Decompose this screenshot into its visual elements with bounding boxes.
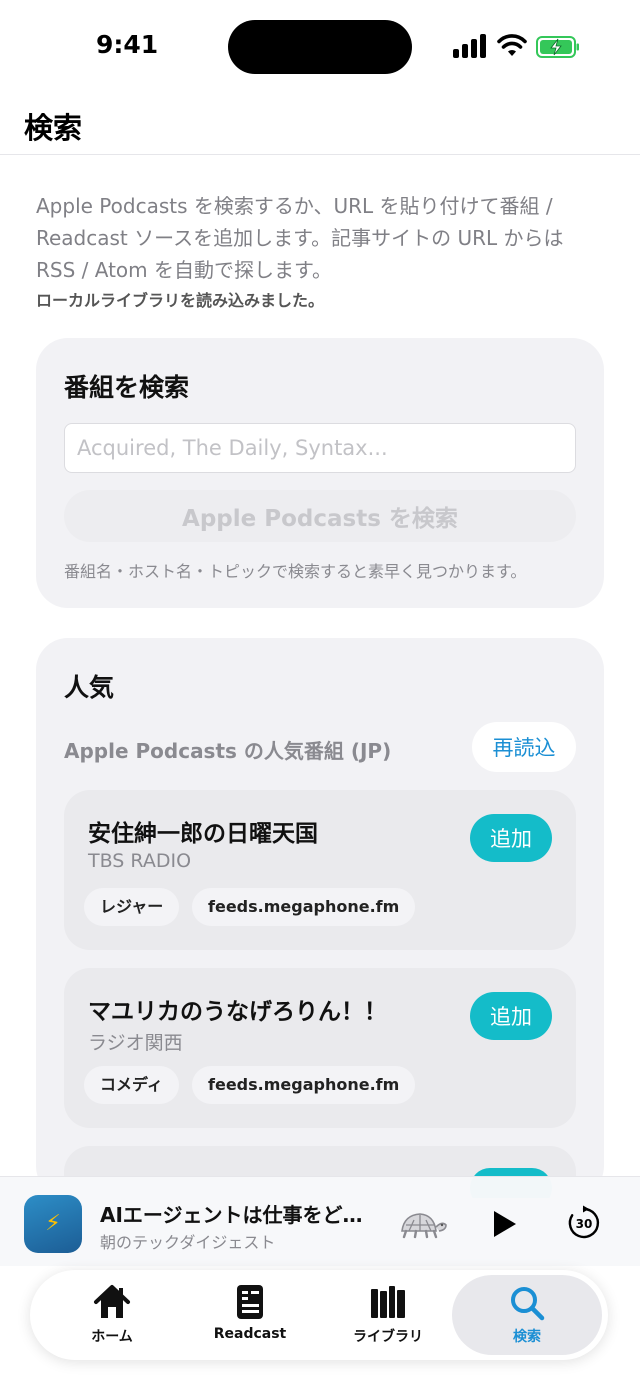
popular-title: 人気 [64, 673, 115, 702]
popular-card: 人気 Apple Podcasts の人気番組 (JP) 再読込 安住紳一郎の日… [36, 638, 604, 1198]
page-title: 検索 [24, 111, 83, 145]
tab-label: ホーム [91, 1329, 133, 1345]
search-card-title: 番組を検索 [64, 373, 190, 402]
wifi-icon [497, 34, 527, 56]
navigation-header: 検索 [0, 95, 640, 155]
tab-label: ライブラリ [353, 1329, 423, 1345]
house-icon [94, 1285, 130, 1318]
popular-subtitle: Apple Podcasts の人気番組 (JP) [64, 739, 392, 763]
document-icon [237, 1285, 263, 1319]
search-card: 番組を検索 Apple Podcasts を検索 番組名・ホスト名・トピックで検… [36, 338, 604, 608]
search-hint: 番組名・ホスト名・トピックで検索すると素早く見つかります。 [64, 562, 527, 581]
status-message: ローカルライブラリを読み込みました。 [36, 291, 325, 310]
genre-tag: レジャー [84, 888, 180, 926]
tab-search[interactable]: 検索 [452, 1275, 602, 1355]
apple-podcasts-search-button[interactable]: Apple Podcasts を検索 [64, 490, 576, 542]
play-icon[interactable] [488, 1207, 520, 1241]
tab-bar: ホーム Readcast ライブラリ 検索 [30, 1270, 608, 1360]
turtle-speed-icon[interactable] [396, 1207, 448, 1241]
add-podcast-button[interactable]: 追加 [470, 814, 552, 862]
podcast-item[interactable]: マユリカのうなげろりん！！ ラジオ関西 追加 コメディ feeds.megaph… [64, 968, 576, 1128]
now-playing-show[interactable]: 朝のテックダイジェスト [100, 1229, 275, 1253]
tab-home[interactable]: ホーム [52, 1270, 172, 1360]
mini-player[interactable]: ⚡ AIエージェントは仕事をど… 朝のテックダイジェスト 30 [0, 1176, 640, 1266]
podcast-item[interactable]: 安住紳一郎の日曜天国 TBS RADIO 追加 レジャー feeds.megap… [64, 790, 576, 950]
cellular-signal-icon [453, 34, 489, 58]
podcast-publisher: TBS RADIO [88, 850, 192, 872]
podcast-title: 安住紳一郎の日曜天国 [88, 821, 318, 847]
add-podcast-button[interactable]: 追加 [470, 992, 552, 1040]
lightning-bolt-icon: ⚡ [45, 1211, 61, 1236]
magnifier-icon [511, 1287, 545, 1321]
books-icon [371, 1286, 405, 1318]
skip-forward-30-icon[interactable]: 30 [566, 1205, 602, 1241]
skip-seconds-label: 30 [576, 1217, 593, 1231]
tab-label: 検索 [513, 1329, 541, 1345]
podcast-title: マユリカのうなげろりん！！ [88, 999, 387, 1025]
battery-charging-icon [536, 36, 579, 58]
reload-button[interactable]: 再読込 [472, 722, 576, 772]
tab-label: Readcast [213, 1326, 287, 1342]
dynamic-island [228, 20, 412, 74]
now-playing-title[interactable]: AIエージェントは仕事をど… [100, 1199, 380, 1228]
podcast-publisher: ラジオ関西 [88, 1032, 183, 1054]
genre-tag: コメディ [84, 1066, 179, 1104]
feed-host-tag: feeds.megaphone.fm [192, 1066, 416, 1104]
tab-readcast[interactable]: Readcast [190, 1270, 310, 1360]
tab-library[interactable]: ライブラリ [328, 1270, 448, 1360]
status-bar: 9:41 [0, 0, 640, 95]
search-input[interactable] [64, 423, 576, 473]
status-time: 9:41 [96, 30, 159, 59]
feed-host-tag: feeds.megaphone.fm [192, 888, 416, 926]
intro-text: Apple Podcasts を検索するか、URL を貼り付けて番組 / Rea… [36, 194, 564, 282]
episode-artwork[interactable]: ⚡ [24, 1195, 82, 1253]
